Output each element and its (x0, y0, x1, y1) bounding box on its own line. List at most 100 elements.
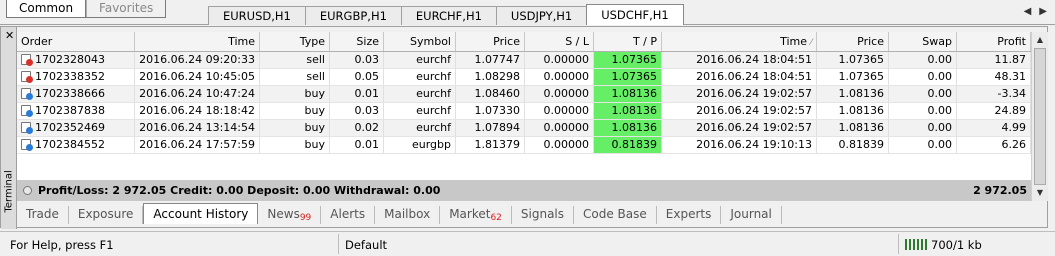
col-size[interactable]: Size (330, 32, 384, 51)
cell-open-time: 2016.06.24 13:14:54 (135, 120, 260, 136)
table-row[interactable]: 1702338352 2016.06.24 10:45:05 sell 0.05 eur… (17, 69, 1031, 86)
summary-total: 2 972.05 (973, 184, 1027, 197)
summary-text: Profit/Loss: 2 972.05 Credit: 0.00 Depos… (38, 184, 441, 197)
vertical-scrollbar[interactable]: ▲ ▼ (1031, 32, 1048, 201)
col-close-time-label: Time (780, 35, 807, 48)
col-price[interactable]: Price (456, 32, 525, 51)
tab-alerts[interactable]: Alerts (321, 206, 376, 224)
tab-signals[interactable]: Signals (512, 206, 575, 224)
col-order[interactable]: Order (17, 32, 135, 51)
col-close-time[interactable]: Time ⁄ (662, 32, 817, 51)
order-number: 1702352469 (35, 121, 105, 134)
chart-tab-usdchf[interactable]: USDCHF,H1 (586, 4, 684, 25)
tab-code-base[interactable]: Code Base (574, 206, 657, 224)
cell-close-price: 0.81839 (817, 137, 889, 153)
cell-tp: 1.08136 (594, 103, 662, 119)
tab-mailbox[interactable]: Mailbox (375, 206, 441, 224)
tab-experts[interactable]: Experts (657, 206, 722, 224)
col-type[interactable]: Type (260, 32, 330, 51)
scroll-thumb[interactable] (1034, 48, 1046, 185)
mode-tab-common[interactable]: Common (7, 0, 87, 17)
order-type-dot (26, 144, 33, 151)
cell-sl: 0.00000 (525, 52, 594, 68)
cell-swap: 0.00 (889, 103, 957, 119)
connection-bars-icon (905, 239, 927, 250)
table-row[interactable]: 1702328043 2016.06.24 09:20:33 sell 0.03 eur… (17, 52, 1031, 69)
scroll-up-icon[interactable]: ▲ (1032, 32, 1048, 48)
cell-symbol: eurgbp (384, 137, 456, 153)
tab-market[interactable]: Market62 (440, 206, 512, 224)
cell-size: 0.02 (330, 120, 384, 136)
tab-label: Mailbox (384, 207, 431, 221)
col-symbol[interactable]: Symbol (384, 32, 456, 51)
cell-type: buy (260, 103, 330, 119)
tab-scroll-arrows: ◀ ▶ (1024, 6, 1047, 17)
cell-profit: 24.89 (957, 103, 1031, 119)
table-row[interactable]: 1702384552 2016.06.24 17:57:59 buy 0.01 eurg… (17, 137, 1031, 154)
col-sl[interactable]: S / L (525, 32, 594, 51)
cell-swap: 0.00 (889, 86, 957, 102)
scroll-down-icon[interactable]: ▼ (1032, 185, 1048, 201)
tab-exposure[interactable]: Exposure (69, 206, 144, 224)
cell-open-time: 2016.06.24 17:57:59 (135, 137, 260, 153)
cell-sl: 0.00000 (525, 103, 594, 119)
cell-order: 1702387838 (17, 103, 135, 119)
chart-tab-usdjpy[interactable]: USDJPY,H1 (495, 6, 588, 25)
cell-sl: 0.00000 (525, 86, 594, 102)
account-history-table: Order Time Type Size Symbol Price S / L … (17, 32, 1031, 201)
tab-label: Exposure (77, 207, 134, 221)
table-row[interactable]: 1702352469 2016.06.24 13:14:54 buy 0.02 eurc… (17, 120, 1031, 137)
col-tp[interactable]: T / P (594, 32, 662, 51)
tab-account-history[interactable]: Account History (143, 203, 259, 224)
cell-close-time: 2016.06.24 18:04:51 (662, 52, 817, 68)
table-row[interactable]: 1702387838 2016.06.24 18:18:42 buy 0.03 eurc… (17, 103, 1031, 120)
cell-close-time: 2016.06.24 19:10:13 (662, 137, 817, 153)
cell-symbol: eurchf (384, 69, 456, 85)
status-help: For Help, press F1 (10, 238, 114, 252)
terminal-tabs: Trade Exposure Account History News99 Alerts… (17, 202, 782, 224)
table-row[interactable]: 1702338666 2016.06.24 10:47:24 buy 0.01 eurc… (17, 86, 1031, 103)
cell-swap: 0.00 (889, 137, 957, 153)
cell-close-price: 1.07365 (817, 69, 889, 85)
col-close-price[interactable]: Price (817, 32, 889, 51)
col-open-time[interactable]: Time (135, 32, 260, 51)
cell-tp: 1.08136 (594, 120, 662, 136)
order-type-dot (26, 93, 33, 100)
cell-price: 1.07330 (456, 103, 525, 119)
chart-tab-eurgbp[interactable]: EURGBP,H1 (304, 6, 402, 25)
col-swap[interactable]: Swap (889, 32, 957, 51)
cell-order: 1702338352 (17, 69, 135, 85)
cell-sl: 0.00000 (525, 69, 594, 85)
tab-label: Signals (520, 207, 565, 221)
status-profile: Default (338, 234, 387, 254)
mode-tab-favorites[interactable]: Favorites (86, 0, 165, 17)
mode-tabs: Common Favorites (6, 0, 167, 18)
scroll-right-icon[interactable]: ▶ (1039, 6, 1047, 17)
tab-trade[interactable]: Trade (17, 206, 69, 224)
cell-close-price: 1.08136 (817, 103, 889, 119)
cell-profit: 11.87 (957, 52, 1031, 68)
close-icon[interactable]: ✕ (5, 29, 14, 42)
cell-type: buy (260, 137, 330, 153)
cell-order: 1702384552 (17, 137, 135, 153)
cell-symbol: eurchf (384, 103, 456, 119)
terminal-panel: ✕ Terminal Order Time Type Size Symbol P… (0, 26, 1048, 229)
order-number: 1702338352 (35, 70, 105, 83)
tab-label: News (267, 207, 300, 221)
status-connection: 700/1 kb (898, 234, 1055, 254)
cell-close-time: 2016.06.24 19:02:57 (662, 103, 817, 119)
tab-news[interactable]: News99 (258, 206, 322, 224)
order-type-dot (26, 76, 33, 83)
chart-tab-eurchf[interactable]: EURCHF,H1 (400, 6, 497, 25)
col-profit[interactable]: Profit (957, 32, 1031, 51)
cell-type: sell (260, 52, 330, 68)
scroll-left-icon[interactable]: ◀ (1024, 6, 1032, 17)
table-header: Order Time Type Size Symbol Price S / L … (17, 32, 1031, 52)
cell-sl: 0.00000 (525, 137, 594, 153)
summary-label: Profit/Loss: 2 972.05 Credit: 0.00 Depos… (23, 180, 440, 201)
chart-tab-eurusd[interactable]: EURUSD,H1 (208, 6, 306, 25)
cell-close-price: 1.08136 (817, 120, 889, 136)
cell-profit: -3.34 (957, 86, 1031, 102)
sell-order-icon (21, 71, 33, 83)
tab-journal[interactable]: Journal (721, 206, 782, 224)
